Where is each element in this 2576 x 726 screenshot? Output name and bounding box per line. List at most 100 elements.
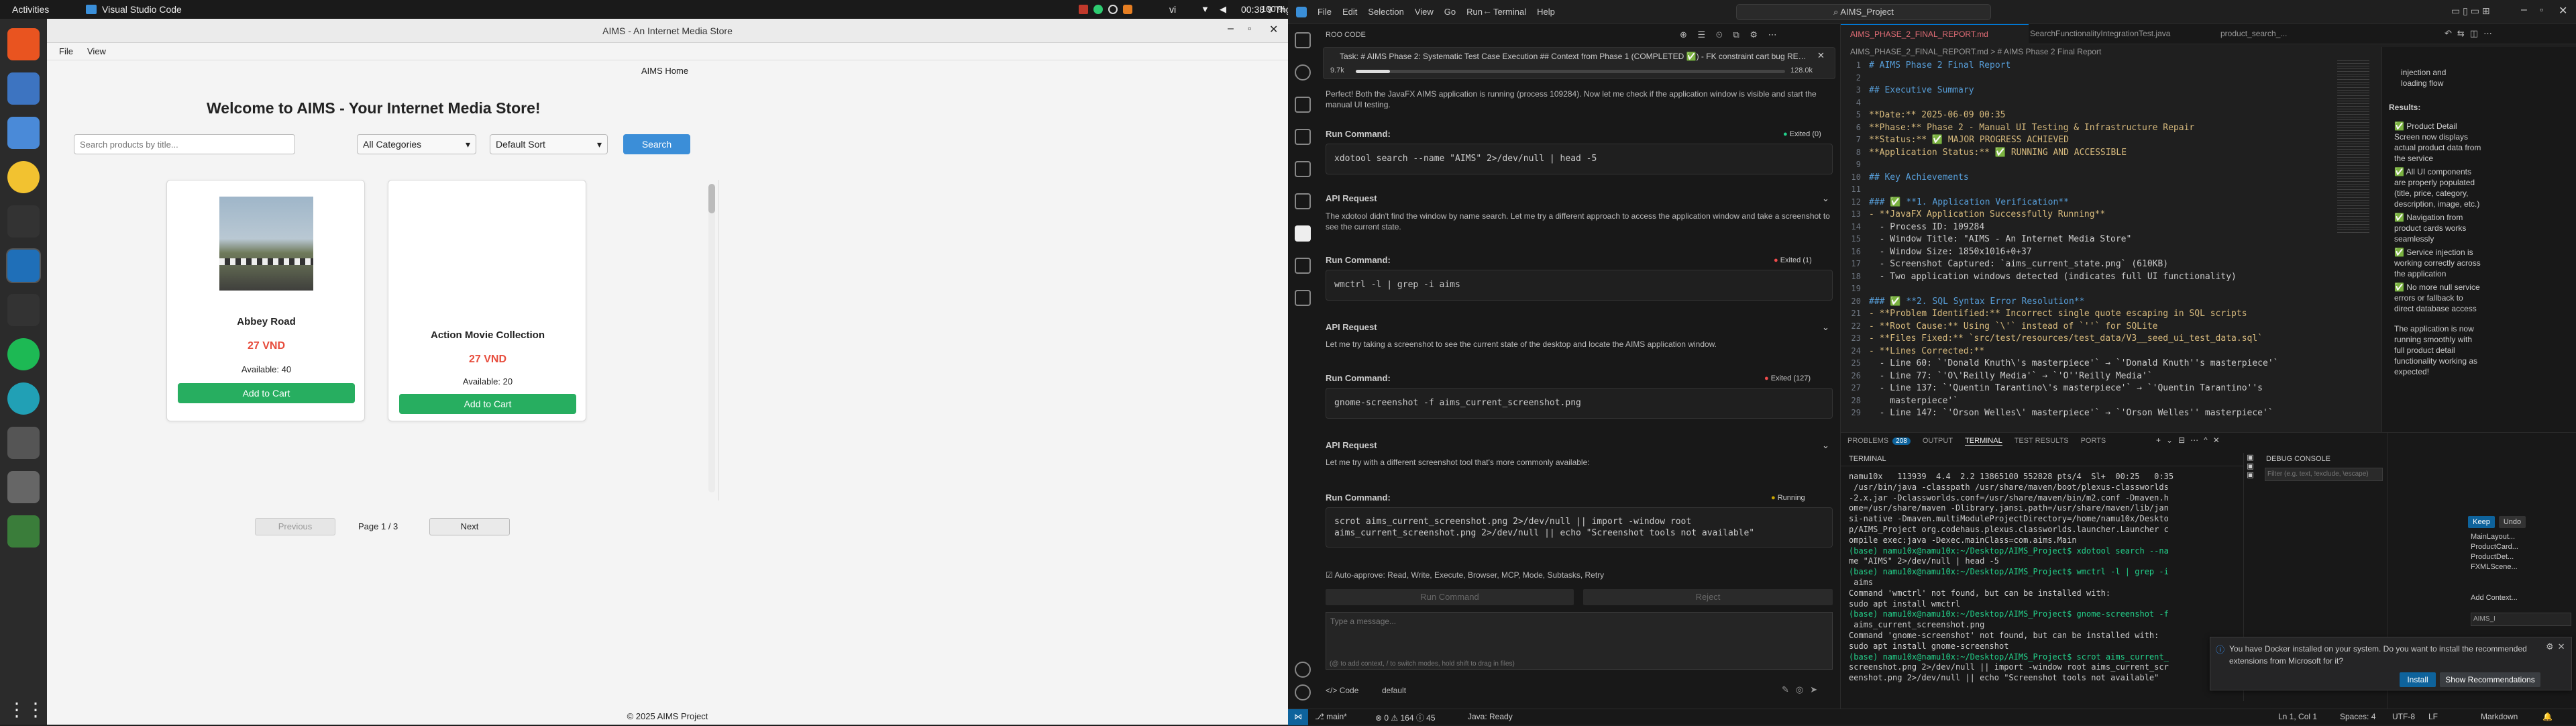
extensions-icon[interactable]	[1295, 161, 1311, 177]
panel-tab-output[interactable]: OUTPUT	[1923, 437, 1953, 445]
input-language[interactable]: vi	[1169, 4, 1176, 15]
wifi-icon[interactable]: ▼	[1201, 4, 1210, 14]
line-ending[interactable]: LF	[2428, 712, 2438, 721]
activities-button[interactable]: Activities	[12, 4, 49, 15]
markdown-editor[interactable]: 1 # AIMS Phase 2 Final Report 2 3 ## Executi…	[1841, 60, 2337, 432]
roo-code-icon[interactable]	[1295, 225, 1311, 242]
command-text[interactable]: gnome-screenshot -f aims_current_screens…	[1326, 388, 1833, 419]
encoding[interactable]: UTF-8	[2392, 712, 2415, 721]
product-card[interactable]: Action Movie Collection 27 VND Available…	[388, 180, 586, 421]
undo-button[interactable]: Undo	[2499, 516, 2526, 528]
panel-tab-test-results[interactable]: TEST RESULTS	[2015, 437, 2069, 445]
debug-filter-input[interactable]: Filter (e.g. text, !exclude, \escape)	[2265, 468, 2383, 481]
task-header[interactable]: Task: # AIMS Phase 2: Systematic Test Ca…	[1323, 47, 1835, 79]
input-action-icons[interactable]: ✎◎➤	[1782, 684, 1824, 695]
show-apps-icon[interactable]: ⋮⋮	[7, 694, 45, 726]
minimize-icon[interactable]: –	[2521, 4, 2527, 16]
close-task-icon[interactable]: ✕	[1817, 50, 1825, 61]
install-button[interactable]: Install	[2400, 672, 2436, 687]
language-mode[interactable]: Markdown	[2481, 712, 2518, 721]
remote-indicator-icon[interactable]: ⋈	[1288, 709, 1308, 725]
context-chip[interactable]: AIMS_I	[2471, 613, 2571, 626]
menu-file[interactable]: File	[1318, 7, 1332, 17]
app-icon[interactable]	[7, 427, 40, 459]
system-monitor-icon[interactable]	[7, 294, 40, 326]
command-text[interactable]: scrot aims_current_screenshot.png 2>/dev…	[1326, 507, 1833, 548]
active-app-label[interactable]: Visual Studio Code	[102, 4, 182, 15]
edited-file[interactable]: ProductCard...	[2471, 542, 2571, 552]
minimize-icon[interactable]: –	[1228, 23, 1234, 35]
chevron-down-icon[interactable]: ⌄	[1822, 322, 1829, 333]
category-select[interactable]: All Categories ▾	[357, 134, 476, 154]
explorer-icon[interactable]	[1295, 32, 1311, 48]
files-icon[interactable]	[7, 72, 40, 105]
chevron-down-icon[interactable]: ⌄	[1822, 440, 1829, 451]
terminal-output[interactable]: namu10x 113939 4.4 2.2 13865100 552828 p…	[1841, 472, 2230, 686]
add-context-button[interactable]: Add Context...	[2471, 594, 2518, 602]
chrome-icon[interactable]	[7, 161, 40, 193]
source-control-icon[interactable]	[1295, 97, 1311, 113]
spotify-icon[interactable]	[7, 338, 40, 370]
edited-file[interactable]: MainLayout...	[2471, 532, 2571, 542]
help-icon[interactable]	[7, 117, 40, 149]
panel-tab-problems[interactable]: PROBLEMS	[1847, 437, 1888, 445]
panel-toolbar-icons[interactable]: ⊕ ☰ ⏲ ⧉ ⚙ ⋯	[1680, 30, 1781, 40]
tab-search-test[interactable]: SearchFunctionalityIntegrationTest.java	[2030, 29, 2170, 38]
command-center[interactable]: ⌕ AIMS_Project	[1736, 4, 1991, 20]
menu-go[interactable]: Go	[1444, 7, 1456, 17]
panel-tab-ports[interactable]: PORTS	[2081, 437, 2106, 445]
search-input[interactable]	[74, 134, 295, 154]
testing-icon[interactable]	[1295, 193, 1311, 209]
mode-select[interactable]: </> Code	[1326, 686, 1358, 695]
window-titlebar[interactable]: AIMS - An Internet Media Store – ▫ ✕	[47, 19, 1288, 43]
close-icon[interactable]: ✕	[2559, 4, 2567, 17]
menu-selection[interactable]: Selection	[1368, 7, 1403, 17]
app-icon[interactable]	[7, 471, 40, 503]
docker-icon[interactable]	[1295, 290, 1311, 306]
edited-file[interactable]: ProductDet...	[2471, 552, 2571, 562]
cursor-position[interactable]: Ln 1, Col 1	[2278, 712, 2317, 721]
scrollbar-thumb[interactable]	[708, 184, 715, 213]
tab-report[interactable]: AIMS_PHASE_2_FINAL_REPORT.md	[1841, 24, 2029, 44]
settings-gear-icon[interactable]	[1295, 684, 1311, 701]
terminal-icon[interactable]	[7, 205, 40, 238]
vscode-icon[interactable]	[7, 250, 40, 282]
tab-product-search[interactable]: product_search_...	[2220, 29, 2287, 38]
layout-icon[interactable]: ▭ ▯ ▭ ⊞	[2451, 5, 2490, 17]
indentation[interactable]: Spaces: 4	[2340, 712, 2375, 721]
edited-file[interactable]: FXMLScene...	[2471, 562, 2571, 572]
volume-icon[interactable]: ◀	[1220, 4, 1226, 15]
search-button[interactable]: Search	[623, 134, 690, 154]
close-icon[interactable]: ✕	[1269, 23, 1278, 36]
product-card[interactable]: Abbey Road 27 VND Available: 40 Add to C…	[166, 180, 365, 421]
menu-view[interactable]: View	[87, 46, 106, 56]
remote-icon[interactable]	[1295, 258, 1311, 274]
editor-action-icons[interactable]: ↶⇆◫⋯	[2445, 28, 2498, 39]
profile-select[interactable]: default	[1382, 686, 1406, 695]
menu-edit[interactable]: Edit	[1342, 7, 1357, 17]
reject-button[interactable]: Reject	[1583, 589, 1833, 605]
run-command-button[interactable]: Run Command	[1326, 589, 1574, 605]
chevron-down-icon[interactable]: ⌄	[1822, 193, 1829, 204]
git-branch[interactable]: ⎇ main*	[1315, 712, 1347, 721]
search-icon[interactable]	[1295, 64, 1311, 81]
menu-help[interactable]: Help	[1537, 7, 1555, 17]
command-text[interactable]: wmctrl -l | grep -i aims	[1326, 270, 1833, 301]
account-icon[interactable]	[1295, 662, 1311, 678]
menu-run[interactable]: Run	[1466, 7, 1483, 17]
maximize-icon[interactable]: ▫	[2540, 4, 2543, 15]
checkbox-icon[interactable]: ☑	[1326, 570, 1334, 580]
maximize-icon[interactable]: ▫	[1248, 23, 1251, 34]
menu-file[interactable]: File	[59, 46, 73, 56]
previous-button[interactable]: Previous	[255, 518, 335, 535]
run-debug-icon[interactable]	[1295, 129, 1311, 145]
nav-back-icon[interactable]: ←	[1483, 5, 1492, 16]
ubuntu-software-icon[interactable]	[7, 28, 40, 60]
panel-action-icons[interactable]: +⌄⊟⋯^✕	[2156, 435, 2225, 445]
keep-button[interactable]: Keep	[2468, 516, 2495, 528]
show-recommendations-button[interactable]: Show Recommendations	[2440, 672, 2540, 687]
problems-indicator[interactable]: ⊗ 0 ⚠ 164 ⓘ 45	[1375, 712, 1436, 723]
java-status[interactable]: Java: Ready	[1468, 712, 1513, 721]
nav-forward-icon[interactable]: →	[1499, 5, 1508, 16]
notification-actions[interactable]: ⚙✕	[2546, 641, 2569, 652]
